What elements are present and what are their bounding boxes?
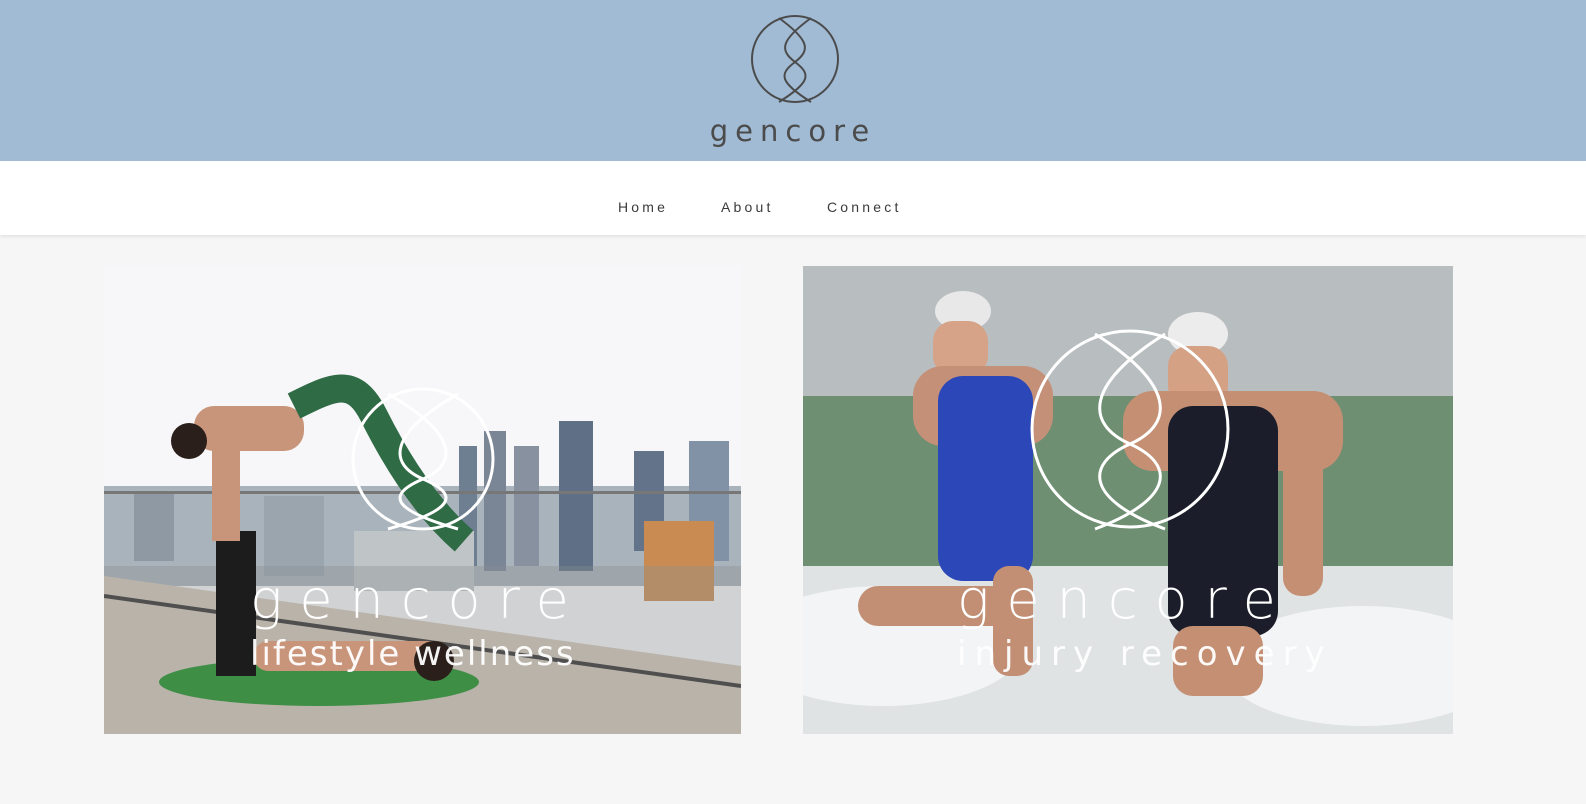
card-subtitle: injury recovery	[957, 634, 1333, 674]
nav-connect-link[interactable]: Connect	[827, 199, 902, 215]
gencore-helix-icon[interactable]	[749, 12, 841, 108]
gencore-overlay-icon	[351, 387, 495, 531]
injury-recovery-card[interactable]: gencore injury recovery	[803, 266, 1453, 734]
card-title: gencore	[250, 568, 586, 631]
lifestyle-wellness-card[interactable]: gencore lifestyle wellness	[104, 266, 741, 734]
site-header: gencore	[0, 0, 1586, 161]
card-subtitle: lifestyle wellness	[250, 634, 576, 674]
brand-name[interactable]: gencore	[693, 114, 893, 148]
nav-about-link[interactable]: About	[721, 199, 774, 215]
gencore-overlay-icon	[1030, 329, 1230, 531]
nav-home-link[interactable]: Home	[618, 199, 668, 215]
main-navigation: Home About Connect	[0, 161, 1586, 235]
card-title: gencore	[957, 568, 1293, 631]
